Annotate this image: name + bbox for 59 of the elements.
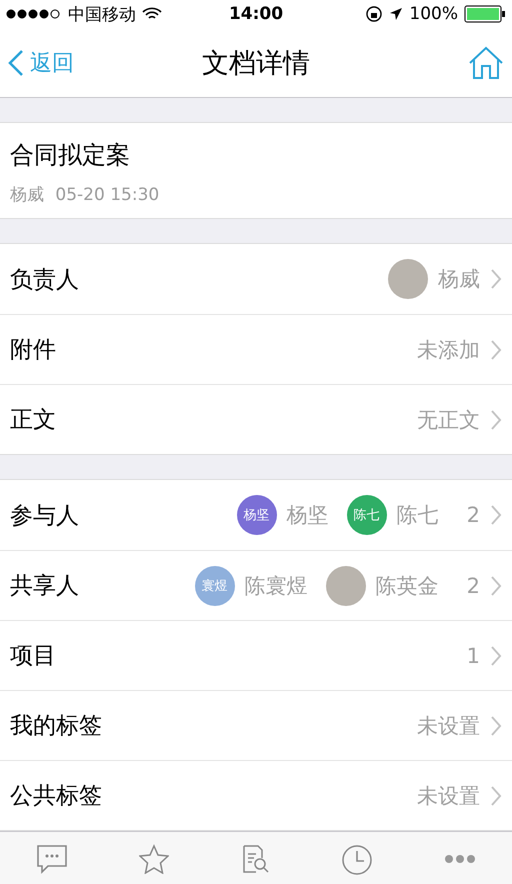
avatar: 杨坚 — [236, 495, 277, 535]
rotation-lock-icon — [365, 5, 384, 23]
detail-row[interactable]: 附件 未添加 — [0, 314, 512, 384]
chevron-icon — [490, 268, 502, 290]
row-label: 项目 — [10, 642, 57, 671]
location-icon — [389, 7, 404, 21]
person-name: 杨威 — [438, 266, 480, 293]
page-title: 文档详情 — [201, 46, 311, 80]
document-time: 05-20 15:30 — [55, 185, 160, 205]
clock-icon[interactable] — [341, 844, 374, 876]
row-label: 正文 — [10, 406, 57, 435]
chevron-icon — [490, 338, 502, 360]
author-name: 杨威 — [10, 185, 44, 205]
row-label: 公共标签 — [10, 782, 103, 811]
wifi-icon — [142, 7, 162, 21]
chevron-icon — [490, 714, 502, 736]
chevron-icon — [490, 504, 502, 526]
person-name: 陈七 — [396, 502, 439, 529]
row-label: 负责人 — [10, 266, 80, 294]
row-value: 未设置 — [417, 782, 480, 810]
row-count: 1 — [466, 644, 480, 668]
row-label: 参与人 — [10, 502, 80, 530]
battery-icon — [464, 5, 506, 23]
avatar: 陈七 — [346, 495, 387, 535]
star-icon[interactable] — [138, 844, 169, 874]
row-label: 共享人 — [10, 572, 80, 601]
chat-icon[interactable] — [36, 844, 68, 874]
row-count: 2 — [466, 574, 480, 598]
row-label: 我的标签 — [10, 712, 103, 741]
chevron-icon — [490, 644, 502, 666]
photo-placeholder — [326, 566, 366, 606]
detail-row[interactable]: 正文 无正文 — [0, 384, 512, 454]
detail-row[interactable]: 共享人 寰煜 陈寰煜 陈英金 2 — [0, 550, 512, 620]
chevron-icon — [490, 408, 502, 430]
detail-row[interactable]: 公共标签 未设置 — [0, 760, 512, 830]
chevron-icon — [490, 574, 502, 596]
avatar: 寰煜 — [194, 566, 235, 606]
detail-row[interactable]: 参与人 杨坚 杨坚 陈七 陈七 2 — [0, 480, 512, 550]
battery-percent: 100% — [409, 4, 458, 24]
more-icon[interactable] — [444, 854, 476, 864]
row-label: 附件 — [10, 336, 57, 365]
signal-icon — [6, 9, 62, 19]
detail-row[interactable]: 我的标签 未设置 — [0, 690, 512, 760]
back-chevron-icon — [8, 48, 24, 76]
document-title: 合同拟定案 — [10, 140, 131, 171]
chevron-icon — [490, 784, 502, 806]
row-value: 无正文 — [417, 406, 480, 434]
clock-time: 14:00 — [228, 4, 284, 24]
detail-row[interactable]: 项目 1 — [0, 620, 512, 690]
photo-placeholder — [388, 259, 428, 299]
person-name: 陈英金 — [376, 572, 439, 600]
home-icon[interactable] — [468, 46, 504, 80]
detail-row[interactable]: 负责人 杨威 — [0, 244, 512, 314]
person-name: 陈寰煜 — [244, 572, 308, 600]
carrier-name: 中国移动 — [68, 4, 136, 26]
person-name: 杨坚 — [286, 502, 329, 529]
row-value: 未添加 — [417, 336, 480, 364]
row-value: 未设置 — [417, 712, 480, 740]
row-count: 2 — [466, 503, 480, 527]
